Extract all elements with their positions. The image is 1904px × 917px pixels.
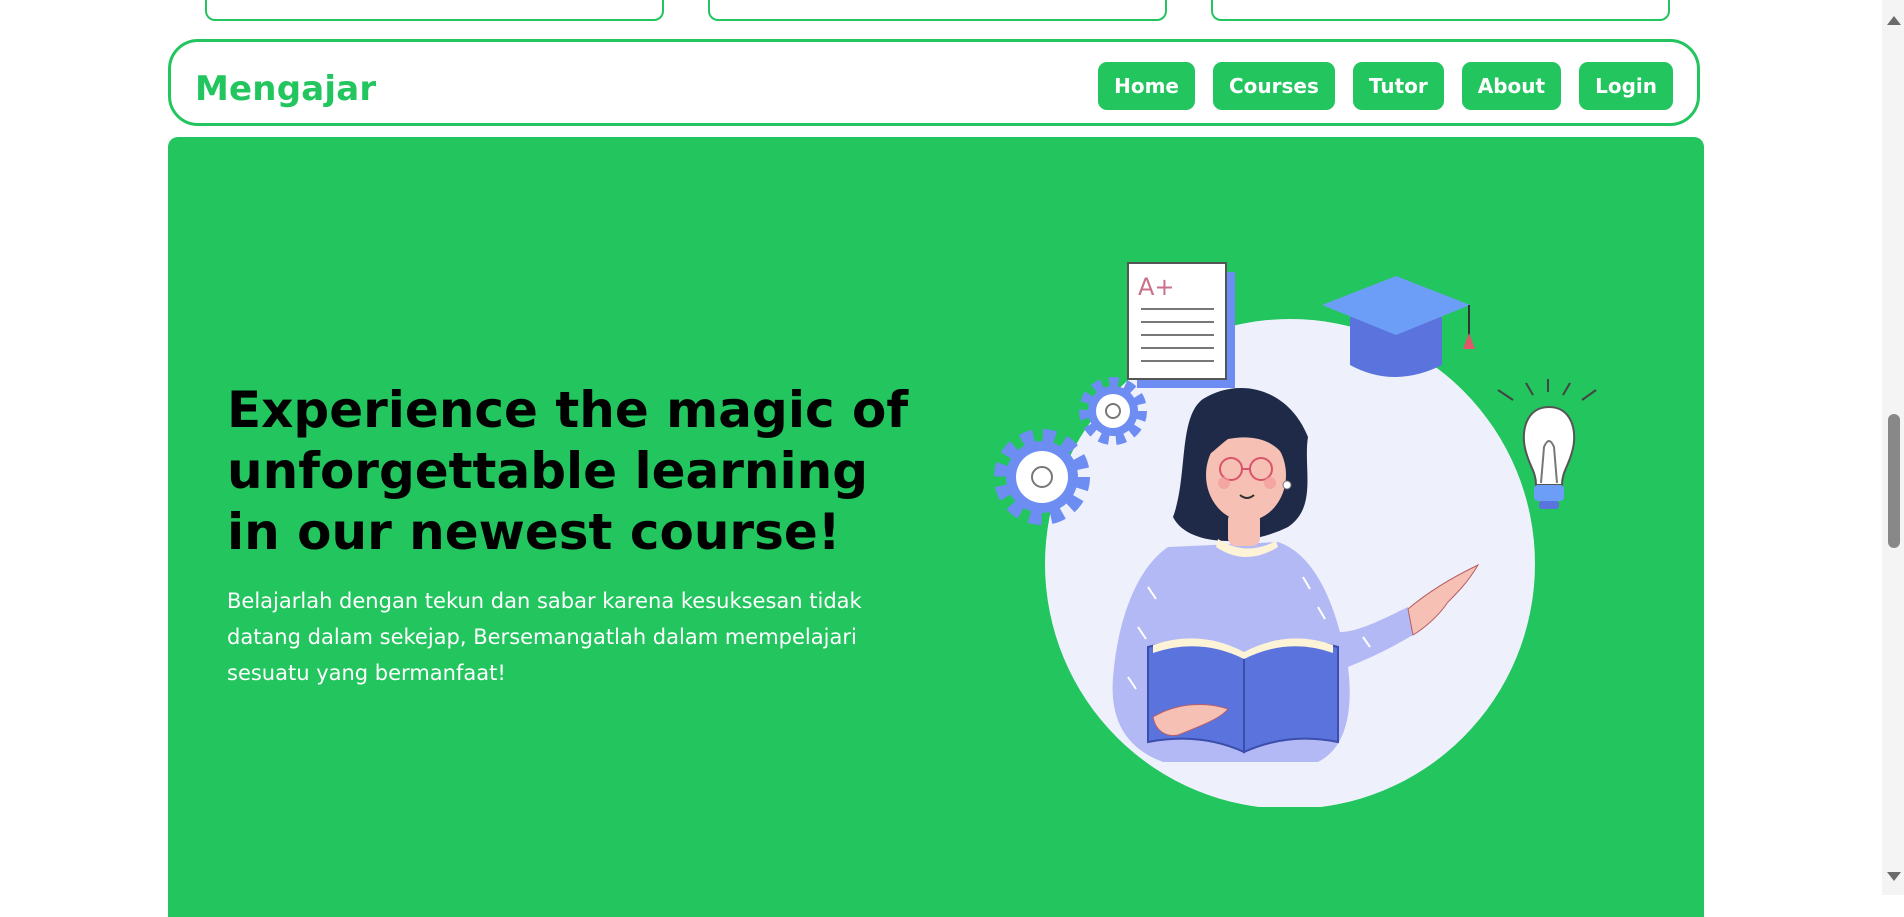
nav-home-button[interactable]: Home [1098,62,1195,110]
gear-icon [994,429,1090,525]
hero-title: Experience the magic of unforgettable le… [227,381,909,561]
paper-grade-text: A+ [1138,273,1175,301]
hero-description: Belajarlah dengan tekun dan sabar karena… [227,589,862,685]
brand-logo[interactable]: Mengajar [195,69,376,109]
scroll-thumb[interactable] [1888,414,1900,548]
previous-card-3 [1211,0,1670,21]
previous-card-1 [205,0,664,21]
nav-courses-button[interactable]: Courses [1212,62,1335,110]
teacher-illustration: A+ [994,262,1597,807]
nav-tutor-button[interactable]: Tutor [1352,62,1444,110]
previous-card-2 [708,0,1167,21]
page-scrollbar[interactable] [1882,0,1904,895]
nav-links: Home Courses Tutor About Login [1098,62,1673,110]
scroll-down-arrow-icon[interactable] [1887,872,1901,881]
scroll-up-arrow-icon[interactable] [1887,16,1901,25]
navbar: Mengajar Home Courses Tutor About Login [168,39,1700,126]
hero-section: Experience the magic of unforgettable le… [168,137,1704,917]
graded-paper-icon: A+ [1127,262,1235,388]
nav-login-button[interactable]: Login [1579,62,1673,110]
nav-about-button[interactable]: About [1461,62,1562,110]
